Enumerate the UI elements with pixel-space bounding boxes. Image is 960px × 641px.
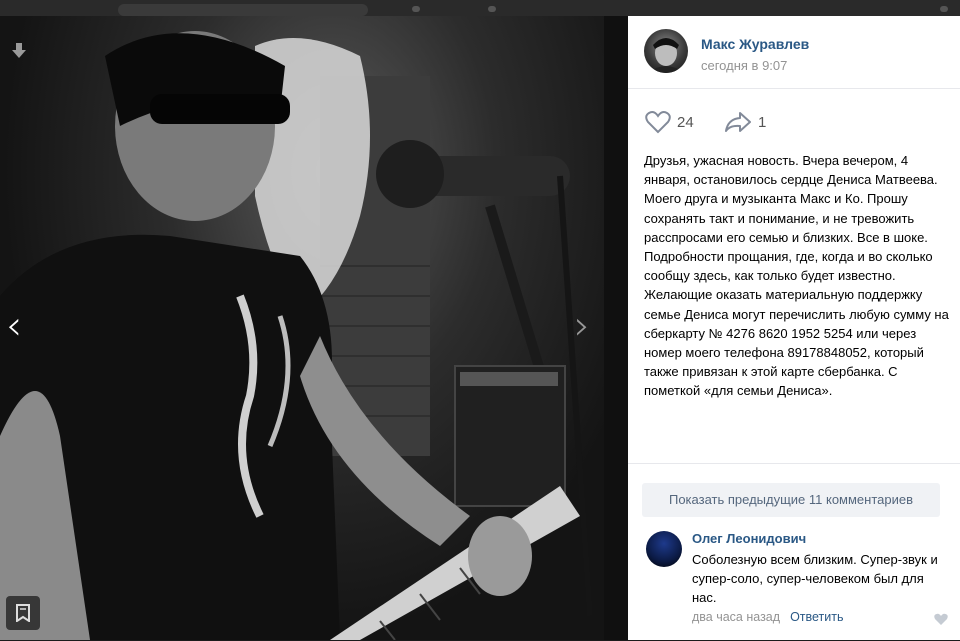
share-button[interactable]: 1: [724, 108, 766, 136]
comment-time[interactable]: два часа назад: [692, 610, 780, 624]
author-name-link[interactable]: Макс Журавлев: [701, 36, 809, 52]
like-button[interactable]: 24: [645, 108, 694, 136]
comment-text: Соболезную всем близким. Супер-звук и су…: [692, 552, 938, 605]
download-icon[interactable]: [10, 42, 28, 65]
viewer-side-strip: [604, 16, 628, 640]
post-text: Друзья, ужасная новость. Вчера вечером, …: [644, 153, 949, 399]
bookmark-icon: [16, 604, 30, 622]
post-panel: Макс Журавлев сегодня в 9:07 24 1 Друзья…: [628, 16, 960, 640]
share-arrow-icon: [725, 112, 751, 132]
commenter-name-link[interactable]: Олег Леонидович: [692, 531, 806, 546]
comment-meta: два часа назад Ответить: [692, 610, 844, 624]
post-author-header: Макс Журавлев сегодня в 9:07: [628, 16, 960, 89]
commenter-avatar[interactable]: [646, 531, 682, 567]
previous-photo-arrow-icon[interactable]: ‹: [6, 306, 22, 346]
post-divider: [628, 463, 960, 464]
like-count: 24: [677, 113, 694, 131]
bookmark-button[interactable]: [6, 596, 40, 630]
post-timestamp[interactable]: сегодня в 9:07: [701, 58, 787, 73]
photo[interactable]: [0, 16, 604, 640]
top-bar-dot: [940, 6, 948, 12]
reply-link[interactable]: Ответить: [790, 610, 843, 624]
photo-illustration: [0, 31, 593, 640]
post-actions: 24 1: [628, 108, 960, 136]
next-photo-arrow-icon[interactable]: ›: [574, 306, 590, 346]
show-previous-comments-button[interactable]: Показать предыдущие 11 комментариев: [642, 483, 940, 517]
comment-item: Олег Леонидович Соболезную всем близким.…: [644, 531, 954, 641]
browser-top-bar: [0, 0, 960, 16]
top-bar-dot: [412, 6, 420, 12]
comment-like-heart-icon[interactable]: [934, 612, 948, 630]
author-avatar[interactable]: [644, 29, 688, 73]
share-count: 1: [758, 113, 767, 131]
top-bar-tab: [118, 4, 368, 16]
heart-icon: [645, 111, 671, 134]
top-bar-dot: [488, 6, 496, 12]
photo-viewer: ‹ ›: [0, 16, 628, 640]
